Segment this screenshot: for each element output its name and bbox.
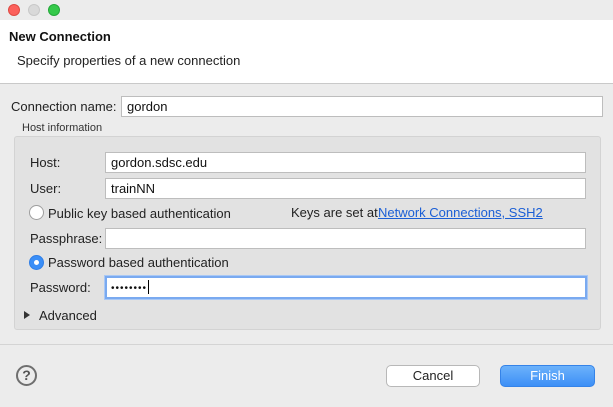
host-label: Host: [30, 155, 61, 170]
host-information-group-label: Host information [22, 122, 103, 134]
footer-divider [0, 344, 613, 345]
dialog-title: New Connection [9, 29, 111, 44]
password-auth-label[interactable]: Password based authentication [48, 255, 229, 270]
new-connection-dialog: New Connection Specify properties of a n… [0, 0, 613, 407]
close-window-button[interactable] [8, 4, 20, 16]
passphrase-input[interactable] [105, 228, 586, 249]
password-auth-radio[interactable] [29, 255, 44, 270]
network-connections-link[interactable]: Network Connections, SSH2 [378, 205, 543, 220]
cancel-button[interactable]: Cancel [386, 365, 480, 387]
finish-button[interactable]: Finish [500, 365, 595, 387]
advanced-section-toggle[interactable]: Advanced [39, 308, 97, 323]
connection-name-input[interactable]: gordon [121, 96, 603, 117]
keys-note-text: Keys are set at [291, 205, 378, 220]
connection-name-label: Connection name: [11, 99, 117, 114]
minimize-window-button[interactable] [28, 4, 40, 16]
public-key-auth-label[interactable]: Public key based authentication [48, 206, 231, 221]
user-input[interactable]: trainNN [105, 178, 586, 199]
title-bar [0, 0, 613, 20]
host-input[interactable]: gordon.sdsc.edu [105, 152, 586, 173]
maximize-window-button[interactable] [48, 4, 60, 16]
password-masked-value: •••••••• [111, 283, 148, 294]
advanced-disclosure-triangle-icon[interactable] [24, 311, 30, 319]
passphrase-label: Passphrase: [30, 231, 103, 246]
public-key-auth-radio[interactable] [29, 205, 44, 220]
user-label: User: [30, 181, 62, 196]
text-cursor [148, 280, 150, 294]
question-circle-icon[interactable]: ? [16, 365, 37, 386]
dialog-header: New Connection Specify properties of a n… [0, 20, 613, 84]
dialog-description: Specify properties of a new connection [17, 53, 241, 68]
password-input[interactable]: •••••••• [105, 276, 587, 299]
password-label: Password: [30, 280, 91, 295]
